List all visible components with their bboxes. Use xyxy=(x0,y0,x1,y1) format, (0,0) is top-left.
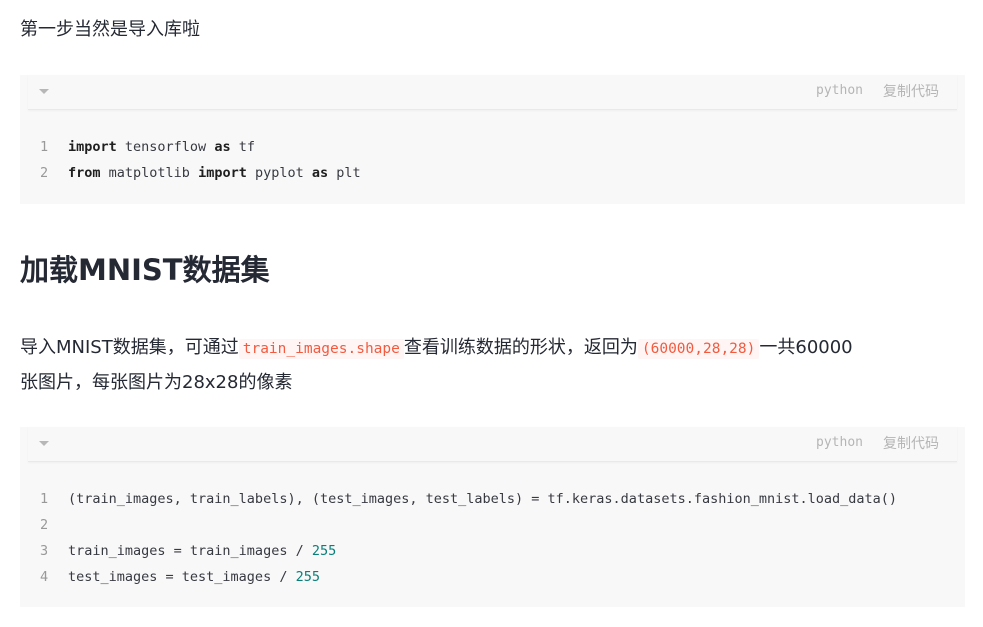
line-number: 4 xyxy=(40,569,49,585)
description-line-1: 导入MNIST数据集，可通过 train_images.shape 查看训练数据的形… xyxy=(20,331,853,366)
code-number: 255 xyxy=(311,543,337,559)
code-line: 1 import tensorflow as tf xyxy=(20,134,965,160)
code-body: 1 (train_images, train_labels), (test_ima… xyxy=(20,462,965,590)
code-text: from matplotlib import pyplot as plt xyxy=(68,160,361,186)
code-token: pyplot xyxy=(246,165,312,181)
code-line: 2 from matplotlib import pyplot as plt xyxy=(20,160,965,186)
code-body: 1 import tensorflow as tf 2 from matplotlib… xyxy=(20,110,965,186)
inline-code-tuple: (60000,28,28) xyxy=(637,339,760,359)
code-token: train_images = train_images / xyxy=(68,543,312,559)
line-number: 2 xyxy=(40,517,49,533)
code-keyword: as xyxy=(214,139,231,155)
code-token: test_images = test_images / xyxy=(68,569,296,585)
code-token: plt xyxy=(328,165,361,181)
code-block-header: python 复制代码 xyxy=(28,427,957,462)
description-line-2: 张图片，每张图片为28x28的像素 xyxy=(20,372,293,393)
collapse-caret-icon[interactable] xyxy=(39,89,49,94)
line-number: 1 xyxy=(40,491,49,507)
code-token: (train_images, train_labels), (test_imag… xyxy=(68,491,898,507)
description-text: 一共60000 xyxy=(759,337,853,358)
code-token: tf xyxy=(230,139,255,155)
section-heading: 加载MNIST数据集 xyxy=(20,253,270,287)
code-keyword: import xyxy=(198,165,247,181)
code-language-label: python xyxy=(816,435,863,450)
description-text: 查看训练数据的形状，返回为 xyxy=(403,337,638,358)
code-text: import tensorflow as tf xyxy=(68,134,255,160)
description-text: 导入MNIST数据集，可通过 xyxy=(20,337,239,358)
code-line: 1 (train_images, train_labels), (test_ima… xyxy=(20,486,965,512)
code-token: matplotlib xyxy=(100,165,199,181)
code-number: 255 xyxy=(295,569,320,585)
inline-code-shape: train_images.shape xyxy=(238,339,404,359)
code-text: train_images = train_images / 255 xyxy=(68,538,336,564)
line-number: 2 xyxy=(40,165,49,181)
intro-paragraph: 第一步当然是导入库啦 xyxy=(20,19,200,40)
copy-code-button[interactable]: 复制代码 xyxy=(883,433,939,453)
code-language-label: python xyxy=(816,83,863,98)
code-text: (train_images, train_labels), (test_imag… xyxy=(68,486,897,512)
code-block-imports: python 复制代码 1 import tensorflow as tf 2 fro… xyxy=(20,75,965,204)
line-number: 3 xyxy=(40,543,49,559)
code-line: 2 xyxy=(20,512,965,538)
code-token: tensorflow xyxy=(116,139,215,155)
code-keyword: import xyxy=(68,139,117,155)
code-keyword: as xyxy=(311,165,329,181)
line-number: 1 xyxy=(40,139,49,155)
code-line: 4 test_images = test_images / 255 xyxy=(20,564,965,590)
collapse-caret-icon[interactable] xyxy=(39,441,49,446)
code-block-header: python 复制代码 xyxy=(28,75,957,110)
code-line: 3 train_images = train_images / 255 xyxy=(20,538,965,564)
code-keyword: from xyxy=(68,165,101,181)
copy-code-button[interactable]: 复制代码 xyxy=(883,81,939,101)
code-block-load-data: python 复制代码 1 (train_images, train_labels… xyxy=(20,427,965,607)
code-text: test_images = test_images / 255 xyxy=(68,564,320,590)
